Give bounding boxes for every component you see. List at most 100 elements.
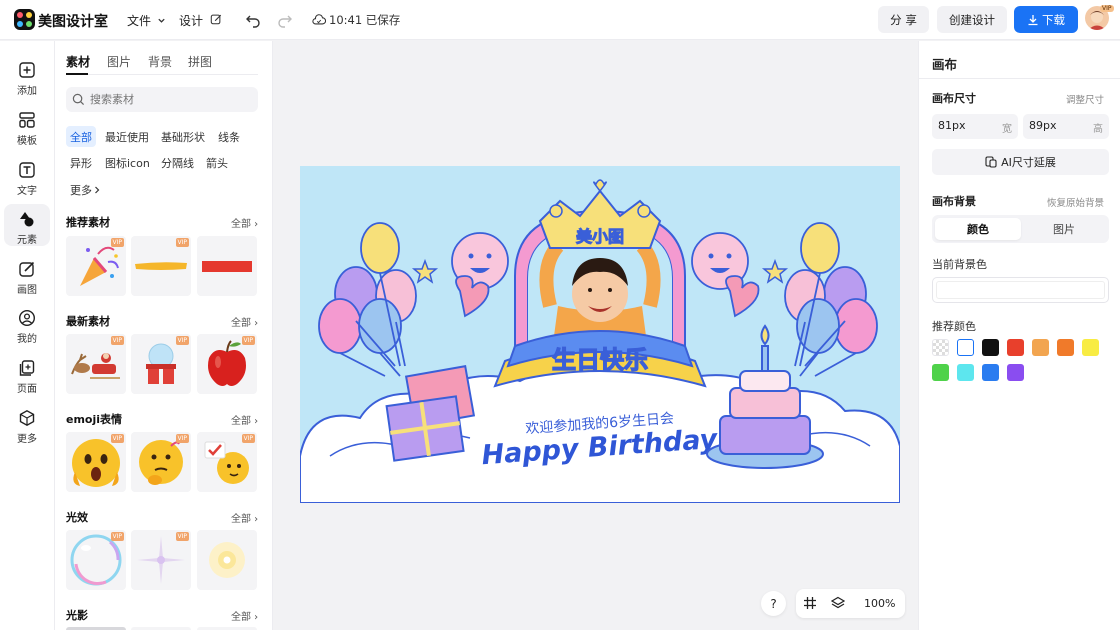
color-swatch[interactable] — [1007, 364, 1024, 381]
file-menu[interactable]: 文件 — [127, 12, 166, 29]
chip-arrows[interactable]: 箭头 — [202, 152, 232, 173]
section-title-recommended: 推荐素材 — [66, 216, 110, 229]
chevron-down-icon — [158, 18, 165, 23]
rail-item-pages[interactable]: 页面 — [4, 353, 50, 395]
save-status: 10:41 已保存 — [312, 12, 400, 28]
tile-shocked-emoji[interactable]: VIP — [66, 432, 126, 492]
app-logo-icon[interactable] — [14, 9, 35, 30]
add-page-icon — [19, 360, 35, 376]
edit-icon — [19, 261, 35, 277]
width-value: 81px — [938, 119, 966, 132]
create-design-button[interactable]: 创建设计 — [937, 6, 1007, 33]
grid-icon[interactable] — [803, 596, 817, 610]
color-swatch[interactable] — [1057, 339, 1074, 356]
current-bg-color[interactable] — [932, 277, 1109, 303]
file-menu-label: 文件 — [127, 14, 152, 28]
width-unit: 宽 — [1002, 124, 1012, 135]
text-icon — [19, 162, 35, 178]
chip-basic-shapes[interactable]: 基础形状 — [157, 126, 209, 147]
all-link-label: 全部 — [231, 612, 251, 623]
tile-sparkle[interactable]: VIP — [131, 530, 191, 590]
crown-text: 美小图 — [576, 227, 624, 246]
bg-type-toggle: 颜色 图片 — [932, 215, 1109, 243]
section-all-link[interactable]: 全部 › — [231, 314, 258, 329]
tile-yellow-brush[interactable]: VIP — [131, 236, 191, 296]
chip-dividers[interactable]: 分隔线 — [157, 152, 198, 173]
download-button[interactable]: 下载 — [1014, 6, 1078, 33]
ai-extend-button[interactable]: AI尺寸延展 — [932, 149, 1109, 175]
chevron-right-icon — [95, 186, 100, 193]
chip-lines[interactable]: 线条 — [214, 126, 244, 147]
chip-icons[interactable]: 图标icon — [101, 152, 154, 173]
seg-image[interactable]: 图片 — [1021, 218, 1107, 240]
color-swatch[interactable] — [932, 364, 949, 381]
rail-item-add[interactable]: 添加 — [4, 55, 50, 97]
layout-icon — [19, 112, 35, 128]
vip-badge: VIP — [241, 434, 255, 443]
height-field[interactable]: 89px 高 — [1023, 114, 1109, 139]
search-input[interactable] — [90, 91, 250, 108]
height-value: 89px — [1029, 119, 1057, 132]
design-menu[interactable]: 设计 — [179, 12, 222, 29]
rail-item-text[interactable]: 文字 — [4, 155, 50, 197]
rail-item-more[interactable]: 更多 — [4, 403, 50, 445]
color-swatch[interactable] — [957, 364, 974, 381]
section-all-link[interactable]: 全部 › — [231, 412, 258, 427]
tab-backgrounds[interactable]: 背景 — [148, 53, 172, 70]
section-title-emoji: emoji表情 — [66, 413, 123, 426]
help-button[interactable]: ? — [761, 591, 786, 616]
banner-text: 生日快乐 — [552, 346, 648, 374]
rail-item-draw[interactable]: 画图 — [4, 254, 50, 296]
tile-bubble[interactable]: VIP — [66, 530, 126, 590]
color-swatch[interactable] — [982, 364, 999, 381]
color-swatch[interactable] — [932, 339, 949, 356]
ai-extend-label: AI尺寸延展 — [1001, 156, 1056, 169]
section-all-link[interactable]: 全部 › — [231, 215, 258, 230]
tab-images[interactable]: 图片 — [107, 53, 131, 70]
tile-red-rectangle[interactable] — [197, 236, 257, 296]
chip-recent[interactable]: 最近使用 — [101, 126, 153, 147]
left-rail: 添加 模板 文字 元素 画图 我的 页面 更多 — [0, 41, 55, 630]
rail-item-elements[interactable]: 元素 — [4, 204, 50, 246]
undo-icon[interactable] — [244, 11, 262, 29]
chip-all[interactable]: 全部 — [66, 126, 96, 147]
rail-item-label: 页面 — [17, 384, 37, 395]
tile-santa-sleigh[interactable]: VIP — [66, 334, 126, 394]
search-box[interactable] — [66, 87, 258, 112]
width-field[interactable]: 81px 宽 — [932, 114, 1018, 139]
tile-party-popper[interactable]: VIP — [66, 236, 126, 296]
rail-item-templates[interactable]: 模板 — [4, 105, 50, 147]
color-swatch[interactable] — [1032, 339, 1049, 356]
zoom-level[interactable]: 100% — [864, 597, 895, 610]
chip-more[interactable]: 更多 — [66, 179, 105, 200]
section-title-light-effects: 光效 — [66, 511, 88, 524]
tab-materials[interactable]: 素材 — [66, 53, 90, 70]
share-button[interactable]: 分 享 — [878, 6, 929, 33]
vip-badge: VIP — [110, 238, 124, 247]
design-canvas[interactable]: 美小图 生日快乐 欢迎参加我的6岁生日会 Happy Birthday — [300, 166, 900, 503]
vip-badge: VIP — [175, 434, 189, 443]
section-all-link[interactable]: 全部 › — [231, 510, 258, 525]
tile-thinking-emoji[interactable]: VIP — [131, 432, 191, 492]
tile-snow-globe[interactable]: VIP — [131, 334, 191, 394]
rail-item-label: 更多 — [17, 434, 37, 445]
chip-irregular[interactable]: 异形 — [66, 152, 96, 173]
color-swatch[interactable] — [957, 339, 974, 356]
tile-red-apple[interactable]: VIP — [197, 334, 257, 394]
rail-item-mine[interactable]: 我的 — [4, 303, 50, 345]
color-swatch[interactable] — [982, 339, 999, 356]
layers-icon[interactable] — [831, 596, 845, 610]
save-status-text: 10:41 已保存 — [329, 13, 401, 27]
redo-icon[interactable] — [276, 11, 294, 29]
reset-bg-link[interactable]: 恢复原始背景 — [1047, 195, 1104, 209]
ai-resize-icon — [985, 156, 997, 168]
tile-soft-glow[interactable] — [197, 530, 257, 590]
color-swatch[interactable] — [1082, 339, 1099, 356]
tab-collage[interactable]: 拼图 — [188, 53, 212, 70]
seg-color[interactable]: 颜色 — [935, 218, 1021, 240]
tile-saluting-emoji[interactable]: VIP — [197, 432, 257, 492]
section-all-link[interactable]: 全部 › — [231, 608, 258, 623]
color-swatch[interactable] — [1007, 339, 1024, 356]
canvas-bg-label: 画布背景 — [932, 195, 976, 208]
resize-link[interactable]: 调整尺寸 — [1066, 92, 1104, 106]
